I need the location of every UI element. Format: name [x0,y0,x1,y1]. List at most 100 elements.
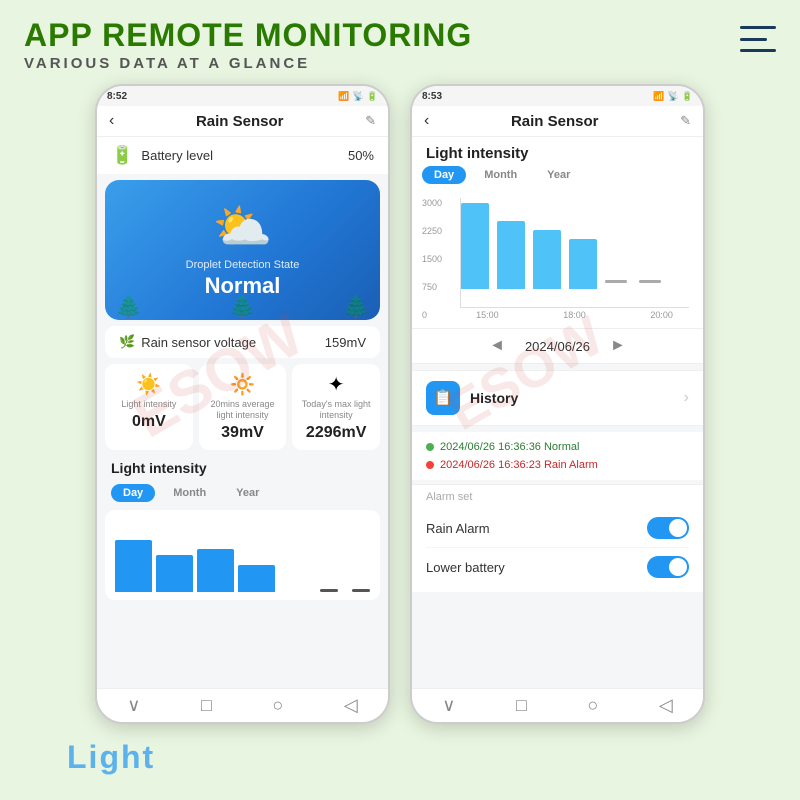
stat-card-2: ✦ Today's max light intensity 2296mV [292,364,380,450]
log-dot-green [426,443,434,451]
left-signal-icon: 📡 [353,91,364,102]
alarm-label-1: Lower battery [426,560,505,575]
tab-day-left[interactable]: Day [111,484,155,502]
light-label: Light [67,739,155,776]
log-text-0: 2024/06/26 16:36:36 Normal [440,441,579,453]
date-display: 2024/06/26 [525,339,590,354]
history-icon: 📋 [426,381,460,415]
right-bottom-nav: ∨ □ ○ ◁ [412,688,703,722]
light-intensity-title-left: Light intensity [97,456,388,480]
chart-area [460,198,689,308]
stat-icon-1: 🔆 [205,372,281,397]
rain-sensor-label: Rain sensor voltage [141,335,256,350]
left-nav-circle-icon[interactable]: ○ [272,695,283,716]
tree-icon-3: 🌲 [343,294,370,320]
stat-icon-0: ☀️ [111,372,187,397]
battery-value: 50% [348,148,374,163]
x-label-1500: 15:00 [476,310,499,320]
history-label: History [470,390,518,406]
history-left: 📋 History [426,381,518,415]
left-edit-button[interactable]: ✎ [365,113,376,129]
right-tab-bar: Day Month Year [412,164,703,190]
stat-label-2: Today's max light intensity [298,399,374,421]
left-status-time: 8:52 [107,91,127,102]
left-status-bar: 8:52 📶 📡 🔋 [97,86,388,106]
rain-alarm-toggle[interactable] [647,517,689,539]
alarm-row-1: Lower battery [426,548,689,586]
battery-icon: 🔋 [111,145,133,166]
left-tab-bar: Day Month Year [97,480,388,506]
right-phone-content: Light intensity Day Month Year 3000 2250… [412,137,703,688]
date-prev-button[interactable]: ◄ [489,337,505,355]
alarm-row-0: Rain Alarm [426,509,689,548]
app-subtitle: VARIOUS DATA AT A GLANCE [24,55,472,72]
hamburger-menu-icon[interactable] [740,26,776,52]
right-chart-line-2 [639,280,661,283]
right-wifi-icon: 📶 [653,91,664,102]
log-entries: 2024/06/26 16:36:36 Normal 2024/06/26 16… [412,432,703,480]
sensor-row: 🌿 Rain sensor voltage 159mV [105,326,380,358]
left-chart-line-2 [352,589,370,592]
tree-icon-1: 🌲 [115,294,142,320]
tab-month-right[interactable]: Month [472,166,529,184]
card-deco: 🌲 🌲 🌲 [105,284,380,320]
left-bottom-nav: ∨ □ ○ ◁ [97,688,388,722]
right-bar-1 [461,203,489,289]
droplet-state-label: Droplet Detection State [186,259,300,271]
right-status-icons: 📶 📡 🔋 [653,91,693,102]
rain-icon: 🌿 [119,334,135,350]
left-bar-1 [115,540,152,592]
chart-y-labels: 3000 2250 1500 750 0 [422,198,442,320]
chart-x-labels: 15:00 18:00 20:00 [460,308,689,320]
right-edit-button[interactable]: ✎ [680,113,691,129]
y-label-0: 0 [422,310,442,320]
left-status-icons: 📶 📡 🔋 [338,91,378,102]
tab-day-right[interactable]: Day [422,166,466,184]
history-card[interactable]: 📋 History › [412,370,703,426]
x-label-2000: 20:00 [650,310,673,320]
left-nav-title: Rain Sensor [196,113,284,130]
right-bar-4 [569,239,597,289]
header-titles: APP REMOTE MONITORING VARIOUS DATA AT A … [24,18,472,72]
sensor-left: 🌿 Rain sensor voltage [119,334,256,350]
right-status-time: 8:53 [422,91,442,102]
right-chart-line-1 [605,280,627,283]
battery-left: 🔋 Battery level [111,145,213,166]
left-nav-back-icon[interactable]: ∨ [127,695,140,716]
tab-month-left[interactable]: Month [161,484,218,502]
left-mini-chart [105,510,380,600]
stat-label-1: 20mins average light intensity [205,399,281,421]
left-nav-home-icon[interactable]: □ [201,695,212,716]
right-nav-back-icon[interactable]: ∨ [442,695,455,716]
stat-icon-2: ✦ [298,372,374,397]
left-back-button[interactable]: ‹ [109,112,114,130]
right-nav-circle-icon[interactable]: ○ [587,695,598,716]
left-nav-menu-icon[interactable]: ◁ [344,695,358,716]
tab-year-right[interactable]: Year [535,166,582,184]
log-entry-1: 2024/06/26 16:36:23 Rain Alarm [426,456,689,474]
right-nav-menu-icon[interactable]: ◁ [659,695,673,716]
right-nav-bar: ‹ Rain Sensor ✎ [412,106,703,137]
stat-card-0: ☀️ Light intensity 0mV [105,364,193,450]
alarm-section: Alarm set Rain Alarm Lower battery [412,484,703,592]
stats-grid: ☀️ Light intensity 0mV 🔆 20mins average … [105,364,380,450]
right-back-button[interactable]: ‹ [424,112,429,130]
date-nav: ◄ 2024/06/26 ► [412,328,703,364]
stat-value-0: 0mV [111,413,187,431]
light-intensity-title-right: Light intensity [412,137,703,164]
right-signal-icon: 📡 [668,91,679,102]
x-label-1800: 18:00 [563,310,586,320]
right-nav-home-icon[interactable]: □ [516,695,527,716]
cloud-sun-icon: ⛅ [213,198,273,255]
hamburger-line-3 [740,49,776,52]
right-nav-title: Rain Sensor [511,113,599,130]
stat-label-0: Light intensity [111,399,187,410]
lower-battery-toggle[interactable] [647,556,689,578]
alarm-set-label: Alarm set [426,491,689,503]
blue-card: ⛅ Droplet Detection State Normal 🌲 🌲 🌲 [105,180,380,320]
date-next-button[interactable]: ► [610,337,626,355]
hamburger-line-1 [740,26,776,29]
alarm-label-0: Rain Alarm [426,521,490,536]
y-label-1500: 1500 [422,254,442,264]
tab-year-left[interactable]: Year [224,484,271,502]
